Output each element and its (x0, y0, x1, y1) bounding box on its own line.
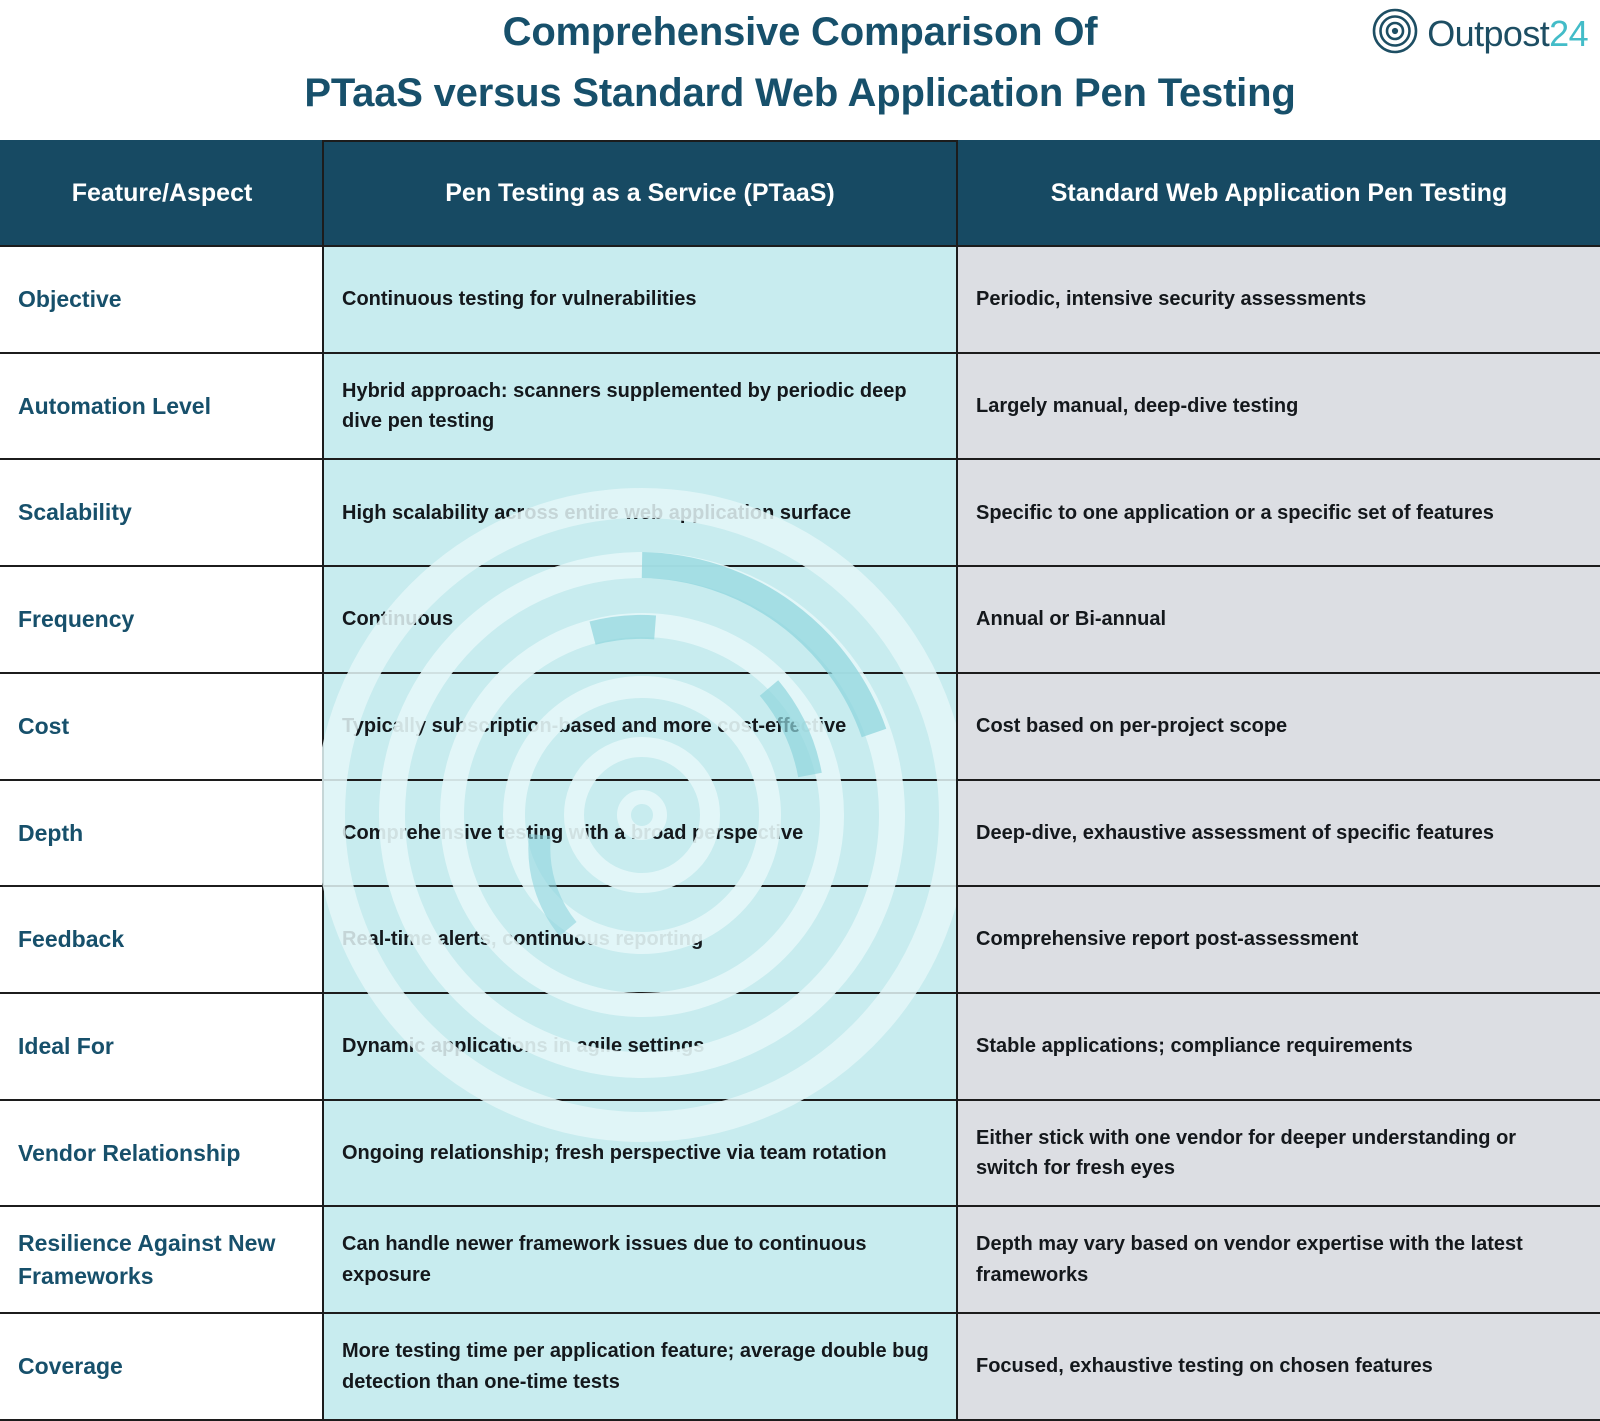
outpost24-logo: Outpost24 (1372, 8, 1589, 59)
row-standard-value: Comprehensive report post-assessment (956, 885, 1600, 995)
logo-number-text: 24 (1549, 12, 1588, 54)
cell-text: Continuous (342, 608, 454, 631)
title-line-1: Comprehensive Comparison Of (502, 10, 1098, 54)
row-standard-value: Periodic, intensive security assessments (956, 245, 1600, 354)
row-standard-value: Specific to one application or a specifi… (956, 458, 1600, 568)
row-standard-value: Stable applications; compliance requirem… (956, 992, 1600, 1101)
cell-text: Either stick with one vendor for deeper … (976, 1126, 1517, 1180)
table-row: Vendor Relationship Ongoing relationship… (0, 1098, 1600, 1208)
title-line-2: PTaaS versus Standard Web Application Pe… (304, 71, 1296, 115)
row-standard-value: Cost based on per-project scope (956, 671, 1600, 781)
table-row: Ideal For Dynamic applications in agile … (0, 992, 1600, 1101)
row-feature-label: Automation Level (0, 351, 324, 461)
cell-text: Can handle newer framework issues due to… (342, 1233, 867, 1286)
row-standard-value: Deep-dive, exhaustive assessment of spec… (956, 778, 1600, 888)
table-row: Feedback Real-time alerts, continuous re… (0, 885, 1600, 995)
cell-text: Deep-dive, exhaustive assessment of spec… (976, 821, 1495, 844)
row-feature-label: Coverage (0, 1312, 324, 1421)
row-feature-label: Scalability (0, 458, 324, 568)
cell-text: Depth (18, 819, 84, 846)
row-feature-label: Cost (0, 671, 324, 781)
row-ptaas-value: Can handle newer framework issues due to… (322, 1205, 958, 1315)
row-ptaas-value: Continuous (322, 565, 958, 674)
row-ptaas-value: Comprehensive testing with a broad persp… (322, 778, 958, 888)
cell-text: Objective (18, 286, 122, 313)
cell-text: Typically subscription-based and more co… (342, 715, 847, 738)
cell-text: Vendor Relationship (18, 1139, 241, 1166)
table-row: Frequency Continuous Annual or Bi-annual (0, 565, 1600, 674)
table-body: Objective Continuous testing for vulnera… (0, 245, 1600, 1421)
cell-text: Real-time alerts, continuous reporting (342, 928, 704, 951)
cell-text: Comprehensive report post-assessment (976, 928, 1359, 951)
comparison-table: Feature/Aspect Pen Testing as a Service … (0, 140, 1600, 1421)
cell-text: Cost (18, 712, 70, 739)
row-ptaas-value: Real-time alerts, continuous reporting (322, 885, 958, 995)
cell-text: Continuous testing for vulnerabilities (342, 288, 697, 311)
row-standard-value: Focused, exhaustive testing on chosen fe… (956, 1312, 1600, 1421)
cell-text: Ideal For (18, 1033, 114, 1060)
table-row: Resilience Against New Frameworks Can ha… (0, 1205, 1600, 1315)
cell-text: Ongoing relationship; fresh perspective … (342, 1141, 887, 1164)
row-ptaas-value: Ongoing relationship; fresh perspective … (322, 1098, 958, 1208)
cell-text: Depth may vary based on vendor expertise… (976, 1233, 1523, 1286)
cell-text: Comprehensive testing with a broad persp… (342, 821, 804, 844)
cell-text: Automation Level (18, 392, 211, 419)
row-ptaas-value: Hybrid approach: scanners supplemented b… (322, 351, 958, 461)
table-header: Feature/Aspect Pen Testing as a Service … (0, 140, 1600, 247)
table-header-row: Feature/Aspect Pen Testing as a Service … (0, 140, 1600, 247)
cell-text: Resilience Against New Frameworks (18, 1230, 276, 1289)
cell-text: Coverage (18, 1353, 123, 1380)
table-row: Coverage More testing time per applicati… (0, 1312, 1600, 1421)
table-row: Cost Typically subscription-based and mo… (0, 671, 1600, 781)
cell-text: Frequency (18, 606, 135, 633)
row-feature-label: Depth (0, 778, 324, 888)
row-ptaas-value: High scalability across entire web appli… (322, 458, 958, 568)
target-concentric-circles-icon (1372, 8, 1418, 59)
table-row: Depth Comprehensive testing with a broad… (0, 778, 1600, 888)
cell-text: Dynamic applications in agile settings (342, 1035, 705, 1058)
infographic-page: Comprehensive Comparison Of PTaaS versus… (0, 0, 1600, 1421)
header-band: Comprehensive Comparison Of PTaaS versus… (0, 0, 1600, 140)
cell-text: Largely manual, deep-dive testing (976, 394, 1299, 417)
row-ptaas-value: Continuous testing for vulnerabilities (322, 245, 958, 354)
cell-text: Feedback (18, 926, 125, 953)
logo-wordmark: Outpost24 (1427, 12, 1588, 54)
column-header-feature: Feature/Aspect (0, 140, 324, 247)
logo-brand-text: Outpost (1427, 12, 1550, 54)
row-feature-label: Frequency (0, 565, 324, 674)
row-ptaas-value: More testing time per application featur… (322, 1312, 958, 1421)
row-standard-value: Annual or Bi-annual (956, 565, 1600, 674)
page-title: Comprehensive Comparison Of PTaaS versus… (0, 0, 1600, 124)
row-feature-label: Vendor Relationship (0, 1098, 324, 1208)
cell-text: Focused, exhaustive testing on chosen fe… (976, 1355, 1433, 1378)
cell-text: Cost based on per-project scope (976, 715, 1288, 738)
row-feature-label: Objective (0, 245, 324, 354)
cell-text: More testing time per application featur… (342, 1340, 929, 1393)
row-standard-value: Depth may vary based on vendor expertise… (956, 1205, 1600, 1315)
row-feature-label: Feedback (0, 885, 324, 995)
cell-text: Periodic, intensive security assessments (976, 288, 1367, 311)
cell-text: Annual or Bi-annual (976, 608, 1166, 631)
row-ptaas-value: Dynamic applications in agile settings (322, 992, 958, 1101)
column-header-standard: Standard Web Application Pen Testing (956, 140, 1600, 247)
cell-text: Scalability (18, 499, 132, 526)
row-standard-value: Either stick with one vendor for deeper … (956, 1098, 1600, 1208)
row-feature-label: Ideal For (0, 992, 324, 1101)
row-standard-value: Largely manual, deep-dive testing (956, 351, 1600, 461)
cell-text: High scalability across entire web appli… (342, 501, 852, 524)
row-ptaas-value: Typically subscription-based and more co… (322, 671, 958, 781)
table-row: Automation Level Hybrid approach: scanne… (0, 351, 1600, 461)
table-row: Scalability High scalability across enti… (0, 458, 1600, 568)
cell-text: Specific to one application or a specifi… (976, 501, 1494, 524)
cell-text: Hybrid approach: scanners supplemented b… (342, 379, 907, 433)
cell-text: Stable applications; compliance requirem… (976, 1035, 1413, 1058)
column-header-ptaas: Pen Testing as a Service (PTaaS) (322, 140, 958, 247)
row-feature-label: Resilience Against New Frameworks (0, 1205, 324, 1315)
table-row: Objective Continuous testing for vulnera… (0, 245, 1600, 354)
